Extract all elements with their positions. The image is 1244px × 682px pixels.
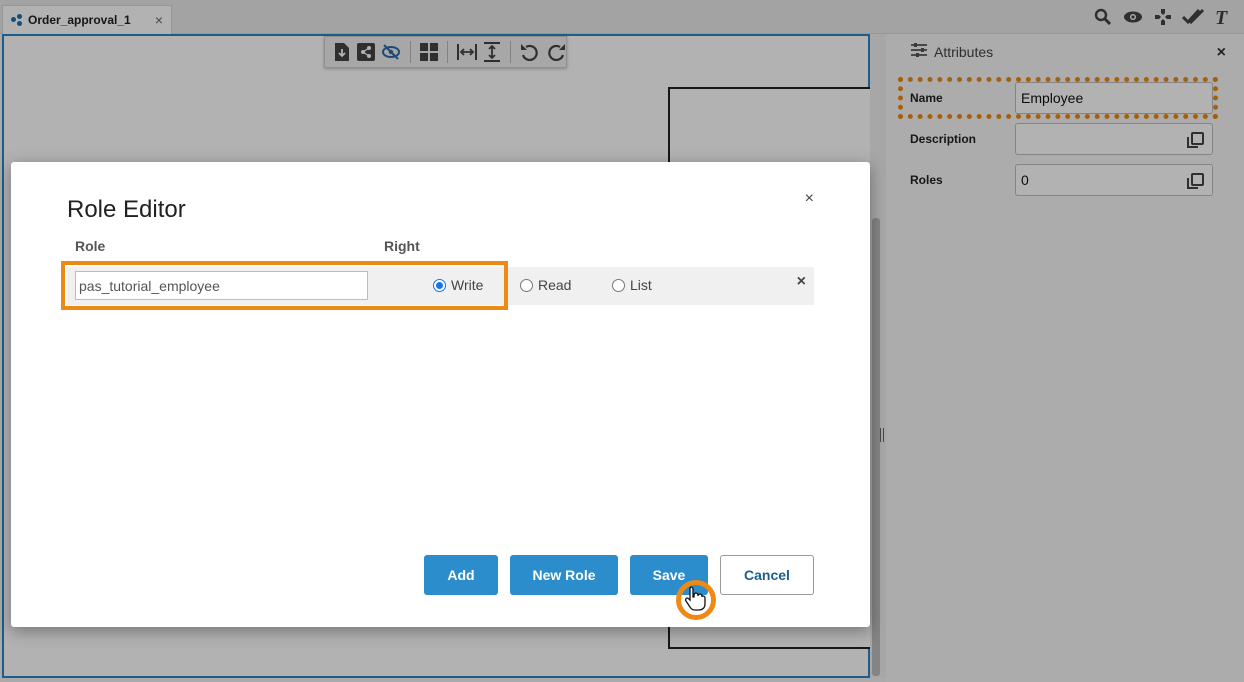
radio-list[interactable]: List — [612, 277, 652, 293]
delete-row-icon[interactable]: × — [797, 273, 806, 291]
cancel-button[interactable]: Cancel — [720, 555, 814, 595]
radio-button[interactable] — [612, 278, 625, 292]
hand-cursor-icon — [684, 585, 706, 611]
radio-list-label: List — [630, 277, 652, 293]
add-button[interactable]: Add — [424, 555, 498, 595]
close-icon[interactable]: × — [805, 190, 814, 208]
new-role-button[interactable]: New Role — [510, 555, 618, 595]
radio-read[interactable]: Read — [520, 277, 571, 293]
column-header-right: Right — [384, 238, 420, 254]
radio-button[interactable] — [520, 278, 533, 292]
radio-read-label: Read — [538, 277, 572, 293]
column-header-role: Role — [75, 238, 106, 254]
role-editor-dialog: Role Editor × Role Right pas_tutorial_em… — [11, 162, 870, 627]
dialog-title: Role Editor — [67, 196, 186, 223]
role-row-highlight — [61, 261, 508, 310]
